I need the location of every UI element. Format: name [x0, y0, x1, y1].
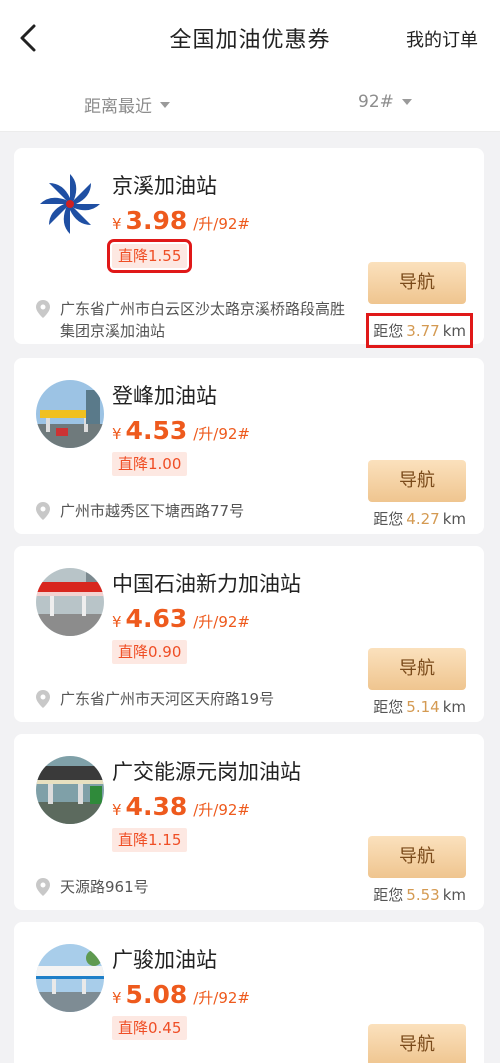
price-unit: /升/92# [193, 989, 250, 1007]
station-name: 京溪加油站 [112, 174, 217, 198]
station-name: 广交能源元岗加油站 [112, 760, 301, 784]
station-distance: 距您 3.77 km [366, 313, 473, 348]
station-list[interactable]: 京溪加油站 ¥ 3.98 /升/92# 直降1.55 导航 广东省广州市白云区沙… [0, 132, 500, 1063]
location-pin-icon [36, 502, 50, 520]
distance-prefix: 距您 [373, 510, 404, 528]
station-card[interactable]: 广骏加油站 ¥ 5.08 /升/92# 直降0.45 导航 [14, 922, 484, 1063]
station-price: 4.63 [125, 604, 188, 633]
distance-value: 5.14 [406, 698, 440, 716]
station-name: 广骏加油站 [112, 948, 217, 972]
station-address: 广东省广州市天河区天府路19号 [36, 688, 356, 710]
navigate-button[interactable]: 导航 [368, 836, 466, 878]
distance-value: 5.53 [406, 886, 440, 904]
distance-unit: km [442, 886, 466, 904]
station-photo [36, 944, 104, 1012]
station-address: 广州市越秀区下塘西路77号 [36, 500, 356, 522]
station-name: 登峰加油站 [112, 384, 217, 408]
caret-down-icon [401, 99, 412, 105]
station-card[interactable]: 中国石油新力加油站 ¥ 4.63 /升/92# 直降0.90 导航 广东省广州市… [14, 546, 484, 722]
discount-badge: 直降1.15 [112, 828, 188, 852]
station-price: 3.98 [125, 206, 188, 235]
navigate-button[interactable]: 导航 [368, 1024, 466, 1063]
price-row: ¥ 4.38 /升/92# [112, 792, 250, 821]
station-logo [36, 170, 104, 238]
location-pin-icon [36, 878, 50, 896]
station-photo [36, 380, 104, 448]
currency-symbol: ¥ [112, 613, 122, 631]
my-orders-link[interactable]: 我的订单 [406, 26, 478, 52]
distance-unit: km [442, 698, 466, 716]
discount-badge: 直降1.55 [106, 239, 193, 273]
fuel-type-dropdown[interactable]: 92# [358, 92, 412, 112]
price-unit: /升/92# [193, 215, 250, 233]
location-pin-icon [36, 300, 50, 318]
discount-badge: 直降1.00 [112, 452, 188, 476]
distance-prefix: 距您 [373, 322, 404, 340]
caret-down-icon [160, 101, 170, 108]
price-row: ¥ 3.98 /升/92# [112, 206, 250, 235]
station-address: 天源路961号 [36, 876, 356, 898]
sort-dropdown-label: 距离最近 [84, 97, 152, 117]
station-card[interactable]: 京溪加油站 ¥ 3.98 /升/92# 直降1.55 导航 广东省广州市白云区沙… [14, 148, 484, 348]
navigate-button[interactable]: 导航 [368, 460, 466, 502]
filter-bar: 距离最近 92# [0, 80, 500, 132]
station-photo [36, 568, 104, 636]
station-address: 广东省广州市白云区沙太路京溪桥路段高胜集团京溪加油站 [36, 298, 356, 342]
station-card[interactable]: 广交能源元岗加油站 ¥ 4.38 /升/92# 直降1.15 导航 天源路961… [14, 734, 484, 910]
discount-badge: 直降0.45 [112, 1016, 188, 1040]
discount-badge: 直降0.90 [112, 640, 188, 664]
currency-symbol: ¥ [112, 989, 122, 1007]
station-price: 4.38 [125, 792, 188, 821]
station-price: 5.08 [125, 980, 188, 1009]
station-address-text: 广州市越秀区下塘西路77号 [60, 502, 245, 520]
currency-symbol: ¥ [112, 215, 122, 233]
sort-dropdown[interactable]: 距离最近 [84, 92, 170, 117]
currency-symbol: ¥ [112, 801, 122, 819]
station-distance: 距您 5.53 km [373, 884, 466, 905]
station-name: 中国石油新力加油站 [112, 572, 301, 596]
navigate-button[interactable]: 导航 [368, 648, 466, 690]
price-row: ¥ 4.63 /升/92# [112, 604, 250, 633]
station-distance: 距您 5.14 km [373, 696, 466, 717]
fuel-type-label: 92# [358, 92, 394, 112]
distance-prefix: 距您 [373, 698, 404, 716]
station-address-text: 广东省广州市白云区沙太路京溪桥路段高胜集团京溪加油站 [60, 300, 346, 340]
currency-symbol: ¥ [112, 425, 122, 443]
location-pin-icon [36, 690, 50, 708]
distance-value: 4.27 [406, 510, 440, 528]
price-unit: /升/92# [193, 801, 250, 819]
navigate-button[interactable]: 导航 [368, 262, 466, 304]
station-card[interactable]: 登峰加油站 ¥ 4.53 /升/92# 直降1.00 导航 广州市越秀区下塘西路… [14, 358, 484, 534]
distance-unit: km [442, 322, 466, 340]
price-unit: /升/92# [193, 425, 250, 443]
station-address-text: 天源路961号 [60, 878, 149, 896]
price-row: ¥ 4.53 /升/92# [112, 416, 250, 445]
top-bar: 全国加油优惠券 我的订单 [0, 0, 500, 80]
distance-value: 3.77 [406, 322, 440, 340]
distance-prefix: 距您 [373, 886, 404, 904]
distance-unit: km [442, 510, 466, 528]
station-distance: 距您 4.27 km [373, 508, 466, 529]
price-unit: /升/92# [193, 613, 250, 631]
price-row: ¥ 5.08 /升/92# [112, 980, 250, 1009]
station-address-text: 广东省广州市天河区天府路19号 [60, 690, 275, 708]
station-photo [36, 756, 104, 824]
station-price: 4.53 [125, 416, 188, 445]
